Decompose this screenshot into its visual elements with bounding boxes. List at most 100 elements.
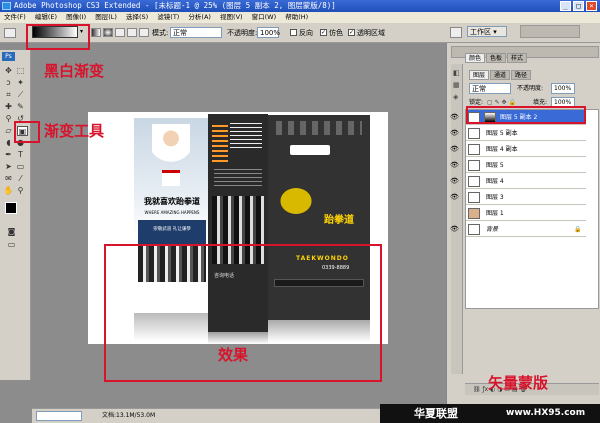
- linear-gradient-icon[interactable]: [91, 28, 101, 37]
- minimize-button[interactable]: _: [560, 1, 571, 11]
- layer-row[interactable]: 👁 图层 5 副本: [450, 126, 586, 141]
- move-tool-icon[interactable]: ✥: [3, 66, 14, 76]
- left-caption: 崇敬武道 礼让谦恭: [153, 227, 191, 232]
- tab-styles[interactable]: 样式: [507, 53, 528, 63]
- lasso-tool-icon[interactable]: ↄ: [3, 78, 14, 88]
- annotation-effect: 效果: [218, 346, 249, 364]
- quick-mask-icon[interactable]: ◙: [6, 227, 17, 237]
- eye-icon[interactable]: 👁: [450, 190, 460, 205]
- tab-paths[interactable]: 路径: [511, 70, 532, 80]
- layer-thumbnail: [468, 144, 480, 155]
- layer-name: 图层 3: [486, 194, 504, 201]
- blend-mode-select[interactable]: 正常: [469, 83, 511, 94]
- layer-thumbnail: [468, 192, 480, 203]
- eraser-tool-icon[interactable]: ▱: [3, 126, 14, 136]
- layer-thumbnail: [468, 160, 480, 171]
- blur-tool-icon[interactable]: ◖: [3, 138, 14, 148]
- crop-tool-icon[interactable]: ⌗: [3, 90, 14, 100]
- workspace-button[interactable]: 工作区 ▾: [467, 26, 507, 37]
- opacity-field[interactable]: 100%: [257, 27, 280, 38]
- layer-row[interactable]: 👁 图层 4: [450, 174, 586, 189]
- eye-icon[interactable]: 👁: [450, 142, 460, 157]
- layer-row[interactable]: 图层 1: [466, 206, 586, 221]
- notes-tool-icon[interactable]: ✉: [3, 174, 14, 184]
- path-select-icon[interactable]: ➤: [3, 162, 14, 172]
- magic-wand-icon[interactable]: ✦: [15, 78, 26, 88]
- eye-icon[interactable]: 👁: [450, 174, 460, 189]
- color-panel-tabs: 颜色 色板 样式: [465, 53, 528, 63]
- gradient-tool-preset-icon[interactable]: [4, 28, 16, 38]
- menu-view[interactable]: 视图(V): [220, 13, 243, 21]
- menu-analysis[interactable]: 分析(A): [188, 13, 211, 21]
- close-button[interactable]: ×: [586, 1, 597, 11]
- zoom-tool-icon[interactable]: ⚲: [15, 186, 26, 196]
- left-slogan: 我就喜欢跆拳道: [144, 197, 200, 206]
- layer-row[interactable]: 👁 背景 🔒: [450, 222, 586, 237]
- panel-strip-icons[interactable]: ◧ ▦ ◈: [453, 67, 460, 103]
- mode-select[interactable]: 正常: [170, 27, 222, 38]
- palette-well-icon[interactable]: [450, 27, 462, 38]
- layer-name: 图层 4: [486, 178, 504, 185]
- vector-mask-highlight: [466, 106, 586, 124]
- tab-color[interactable]: 颜色: [465, 53, 486, 63]
- diamond-gradient-icon[interactable]: [139, 28, 149, 37]
- menu-layer[interactable]: 图层(L): [95, 13, 117, 21]
- tab-channels[interactable]: 通道: [490, 70, 511, 80]
- athlete-photo: [152, 124, 190, 172]
- layer-thumbnail: [468, 176, 480, 187]
- tab-swatches[interactable]: 色板: [486, 53, 507, 63]
- layer-name: 图层 5 副本: [486, 130, 518, 137]
- eye-icon[interactable]: 👁: [450, 126, 460, 141]
- menu-window[interactable]: 窗口(W): [252, 13, 277, 21]
- radial-gradient-icon[interactable]: [103, 28, 113, 37]
- layer-row[interactable]: 👁 图层 5: [450, 158, 586, 173]
- maximize-button[interactable]: □: [573, 1, 584, 11]
- transparency-checkbox[interactable]: ✓: [348, 29, 355, 36]
- clone-stamp-icon[interactable]: ⚲: [3, 114, 14, 124]
- pen-tool-icon[interactable]: ✒: [3, 150, 14, 160]
- layer-thumbnail: [468, 128, 480, 139]
- mid-body-text: [214, 166, 262, 186]
- watermark-bar: 华夏联盟 www.HX95.com: [380, 404, 600, 423]
- eye-icon[interactable]: 👁: [450, 110, 460, 125]
- angle-gradient-icon[interactable]: [115, 28, 125, 37]
- menu-help[interactable]: 帮助(H): [285, 13, 308, 21]
- brush-tool-icon[interactable]: ✎: [15, 102, 26, 112]
- menu-select[interactable]: 选择(S): [126, 13, 148, 21]
- foreground-color-swatch[interactable]: [5, 202, 17, 214]
- slice-tool-icon[interactable]: ⟋: [15, 90, 26, 100]
- menu-edit[interactable]: 编辑(E): [35, 13, 57, 21]
- layer-row[interactable]: 👁 图层 3: [450, 190, 586, 205]
- menu-filter[interactable]: 滤镜(T): [157, 13, 179, 21]
- layer-row[interactable]: 👁 图层 4 副本: [450, 142, 586, 157]
- screen-mode-icon[interactable]: ▭: [6, 240, 17, 250]
- menu-image[interactable]: 图像(I): [66, 13, 86, 21]
- hand-tool-icon[interactable]: ✋: [3, 186, 14, 196]
- layer-opacity-label: 不透明度:: [517, 85, 544, 92]
- eyedropper-icon[interactable]: ⁄: [15, 174, 26, 184]
- right-title: 跆拳道: [324, 215, 354, 226]
- reverse-checkbox[interactable]: [290, 29, 297, 36]
- tab-layers[interactable]: 图层: [469, 70, 490, 80]
- type-tool-icon[interactable]: T: [15, 150, 26, 160]
- shape-tool-icon[interactable]: ▭: [15, 162, 26, 172]
- layer-thumbnail: [468, 208, 480, 219]
- left-blue-band: 崇敬武道 礼让谦恭: [138, 220, 206, 246]
- layer-thumbnail: [468, 224, 480, 235]
- marquee-tool-icon[interactable]: ⬚: [15, 66, 26, 76]
- layer-opacity-field[interactable]: 100%: [551, 83, 575, 94]
- eye-icon[interactable]: 👁: [450, 222, 460, 237]
- menu-file[interactable]: 文件(F): [4, 13, 26, 21]
- menu-bar: 文件(F) 编辑(E) 图像(I) 图层(L) 选择(S) 滤镜(T) 分析(A…: [0, 12, 600, 23]
- healing-brush-icon[interactable]: ✚: [3, 102, 14, 112]
- layer-name: 图层 5: [486, 162, 504, 169]
- eye-icon[interactable]: 👁: [450, 158, 460, 173]
- transparency-label: 透明区域: [357, 29, 385, 37]
- layer-name: 图层 1: [486, 210, 504, 217]
- doc-size: 文档:13.1M/53.0M: [102, 412, 156, 419]
- zoom-field[interactable]: [36, 411, 82, 421]
- reflected-gradient-icon[interactable]: [127, 28, 137, 37]
- dither-checkbox[interactable]: ✓: [320, 29, 327, 36]
- left-subtitle: WHERE AMAZING HAPPENS: [144, 210, 200, 215]
- right-logo-label: [290, 145, 330, 155]
